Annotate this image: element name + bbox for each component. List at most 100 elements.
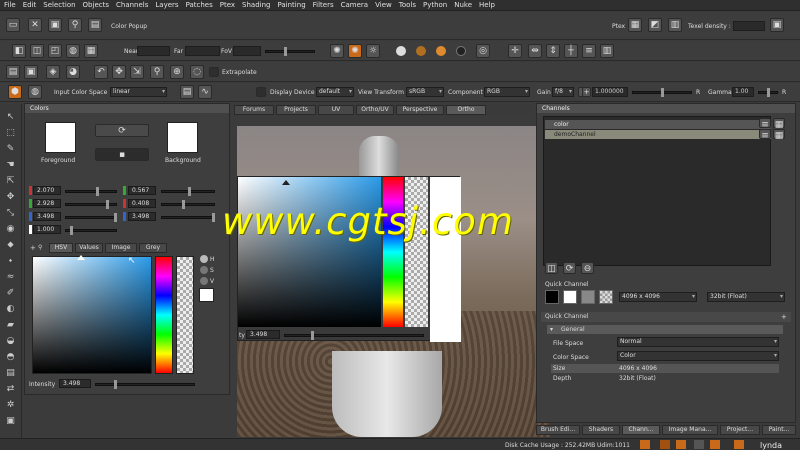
sat-slider[interactable]	[161, 200, 215, 209]
menu-channels[interactable]: Channels	[116, 1, 148, 9]
status-icon-6[interactable]	[734, 440, 744, 449]
quick-black-swatch[interactable]	[545, 290, 559, 304]
red-slider[interactable]	[65, 187, 117, 196]
ptex-settings-icon[interactable]: ▥	[668, 18, 682, 32]
tab-shaders[interactable]: Shaders	[582, 425, 620, 435]
shade-white-sphere-icon[interactable]	[396, 46, 406, 56]
curve-icon[interactable]: ∿	[198, 85, 212, 99]
rotate-icon[interactable]: ⊕	[170, 65, 184, 79]
mesh-icon[interactable]: ◈	[46, 65, 60, 79]
channel-item[interactable]: demoChannel	[545, 130, 771, 139]
menu-python[interactable]: Python	[423, 1, 447, 9]
green-value-field[interactable]: 2.928	[33, 199, 61, 208]
menu-painting[interactable]: Painting	[277, 1, 305, 9]
tab-values[interactable]: Values	[75, 243, 103, 253]
near-field[interactable]	[137, 46, 170, 56]
qc-add-icon[interactable]: +	[781, 313, 787, 321]
status-icon-4[interactable]	[694, 440, 704, 449]
pointer-icon[interactable]: ↖	[4, 112, 17, 123]
channel-icon[interactable]: ▤	[180, 85, 194, 99]
sat-value-field[interactable]: 0.408	[128, 199, 156, 208]
gain-slider[interactable]	[632, 88, 692, 97]
gain-plus-button[interactable]: +	[582, 87, 591, 97]
quick-size-select[interactable]: 4096 x 4096	[619, 292, 697, 302]
h-radio[interactable]	[200, 255, 208, 263]
gear-icon[interactable]: ✲	[4, 400, 17, 411]
tab-channels[interactable]: Chann...	[622, 425, 660, 435]
quick-depth-select[interactable]: 32bit (Float)	[707, 292, 785, 302]
channel-grid2-icon[interactable]: ▦	[773, 129, 785, 141]
select-patch-icon[interactable]: ⬚	[4, 128, 17, 139]
display-checkbox[interactable]	[256, 87, 266, 97]
tab-projects-bottom[interactable]: Project...	[720, 425, 760, 435]
channel-item[interactable]: color	[545, 120, 771, 129]
frame-icon[interactable]: ▦	[84, 44, 98, 58]
move-icon[interactable]: ✥	[112, 65, 126, 79]
tab-image[interactable]: Image	[105, 243, 137, 253]
tab-projects[interactable]: Projects	[276, 105, 316, 115]
tab-hsv[interactable]: HSV	[49, 243, 73, 253]
move-tool-icon[interactable]: ✥	[4, 192, 17, 203]
v-radio[interactable]	[200, 277, 208, 285]
gain-fstop-select[interactable]: f/8	[552, 87, 574, 97]
pen-select-icon[interactable]: ✎	[4, 144, 17, 155]
gamma-field[interactable]: 1.00	[732, 87, 754, 97]
quick-white-swatch[interactable]	[563, 290, 577, 304]
menu-edit[interactable]: Edit	[23, 1, 37, 9]
light-off-icon[interactable]: ☼	[366, 44, 380, 58]
channel-menu-icon[interactable]: ≡	[759, 118, 771, 130]
tab-forums[interactable]: Forums	[234, 105, 274, 115]
general-group-header[interactable]: General	[547, 325, 783, 334]
add-channel-icon[interactable]: ◫	[545, 262, 558, 274]
menu-filters[interactable]: Filters	[313, 1, 334, 9]
green-slider[interactable]	[65, 200, 117, 209]
fov-slider[interactable]	[265, 47, 315, 56]
blue-slider[interactable]	[65, 213, 117, 222]
distribute-icon[interactable]: ≡	[582, 44, 596, 58]
menu-ptex[interactable]: Ptex	[220, 1, 235, 9]
align-center-icon[interactable]: ┼	[564, 44, 578, 58]
dodge-icon[interactable]: ◓	[4, 352, 17, 363]
display-device-select[interactable]: default	[316, 87, 354, 97]
scale-icon[interactable]: ⇱	[4, 176, 17, 187]
status-icon-5[interactable]	[710, 440, 720, 449]
shelf-icon[interactable]: ▥	[600, 44, 614, 58]
general-expand-icon[interactable]: ▾	[550, 326, 553, 333]
ptex-flip-icon[interactable]: ◩	[648, 18, 662, 32]
tab-perspective[interactable]: Perspective	[396, 105, 444, 115]
channel-menu2-icon[interactable]: ≡	[759, 129, 771, 141]
texel-density-field[interactable]	[733, 21, 765, 31]
component-select[interactable]: RGB	[484, 87, 530, 97]
camera-icon[interactable]: ▤	[88, 18, 102, 32]
brush-icon[interactable]: ⬩	[4, 256, 17, 267]
swap-icon[interactable]: ⇄	[4, 384, 17, 395]
status-icon-1[interactable]	[640, 440, 650, 449]
save-icon[interactable]: ▣	[48, 18, 62, 32]
undo-icon[interactable]: ↶	[94, 65, 108, 79]
background-swatch[interactable]	[167, 122, 198, 153]
status-icon-3[interactable]	[676, 440, 686, 449]
link-icon[interactable]: ⚲	[68, 18, 82, 32]
blue-value-field[interactable]: 3.498	[33, 212, 61, 221]
tab-ortho[interactable]: Ortho	[446, 105, 486, 115]
view-transform-select[interactable]: sRGB	[406, 87, 444, 97]
val-value-field[interactable]: 3.498	[128, 212, 156, 221]
menu-patches[interactable]: Patches	[186, 1, 213, 9]
light-paint-icon[interactable]: ✺	[330, 44, 344, 58]
tab-ortho-uv[interactable]: Ortho/UV	[356, 105, 394, 115]
alpha-slider[interactable]	[65, 226, 117, 235]
tab-image-manager[interactable]: Image Mana...	[662, 425, 718, 435]
delete-channel-icon[interactable]: ⊖	[581, 262, 594, 274]
transform-icon[interactable]: ⤡	[4, 208, 17, 219]
persp-icon[interactable]: ◰	[48, 44, 62, 58]
quick-checker-swatch[interactable]	[599, 290, 613, 304]
color-manage-settings-icon[interactable]: ◍	[28, 85, 42, 99]
foreground-swatch[interactable]	[45, 122, 76, 153]
align-h-icon[interactable]: ⇹	[528, 44, 542, 58]
clone-icon[interactable]: ◐	[4, 304, 17, 315]
color-space-select[interactable]: Color	[617, 351, 779, 361]
tab-grey[interactable]: Grey	[139, 243, 167, 253]
eyedropper-icon[interactable]: ✐	[4, 288, 17, 299]
popup-value-field[interactable]: 3.498	[246, 330, 280, 339]
menu-nuke[interactable]: Nuke	[454, 1, 472, 9]
